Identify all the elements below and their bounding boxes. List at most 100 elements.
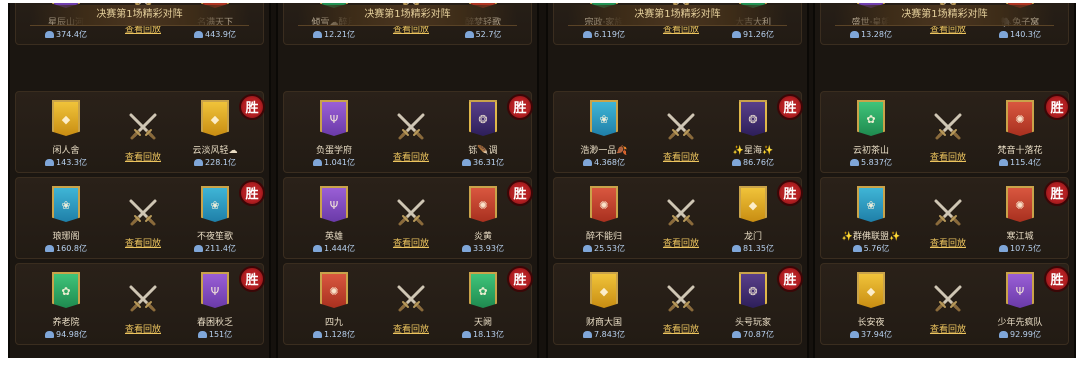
- versus-area: 查看回放: [918, 264, 978, 344]
- match-panel: ✦星辰山河374.4亿✺名满天下443.9亿查看回放◆闲人舍143.3亿◆云淡风…: [8, 3, 271, 358]
- power-value: 5.837亿: [861, 158, 892, 167]
- versus-area: 查看回放: [113, 264, 173, 344]
- match-card: Ψ 英雄 1.444亿 ✺ 炎黄 33.93亿 查看回放 胜: [283, 177, 533, 259]
- power-icon: [194, 31, 204, 38]
- guild-banner-icon: ✺: [1006, 100, 1034, 136]
- guild-emblem-icon: ❀: [866, 199, 876, 212]
- crossed-swords-icon: [397, 113, 425, 140]
- power-icon: [45, 31, 55, 38]
- guild-power: 25.53亿: [562, 243, 646, 254]
- guild-name: 寒江城: [1006, 232, 1034, 242]
- power-icon: [464, 31, 474, 38]
- power-icon: [732, 245, 742, 252]
- power-value: 91.26亿: [743, 30, 774, 39]
- crossed-swords-icon: [129, 199, 157, 226]
- win-badge: 胜: [777, 180, 803, 206]
- power-icon: [462, 245, 472, 252]
- view-replay-link[interactable]: 查看回放: [651, 322, 711, 335]
- power-icon: [45, 159, 55, 166]
- power-value: 7.843亿: [594, 330, 625, 339]
- guild-power: 86.76亿: [711, 157, 795, 168]
- guild-power: 5.76亿: [829, 243, 913, 254]
- power-icon: [313, 31, 323, 38]
- win-badge: 胜: [1044, 266, 1070, 292]
- versus-area: 查看回放: [381, 92, 441, 172]
- guild-name: 龙门: [743, 232, 762, 242]
- left-guild: ✿ 云初茶山 5.837亿: [829, 92, 913, 172]
- power-icon: [732, 159, 742, 166]
- power-icon: [999, 31, 1009, 38]
- versus-area: 查看回放: [113, 92, 173, 172]
- crossed-swords-icon: [129, 113, 157, 140]
- win-badge: 胜: [507, 180, 533, 206]
- win-badge: 胜: [777, 94, 803, 120]
- match-card: Ψ 负蛋学府 1.041亿 ❂ 铄🪶调 36.31亿 查看回放 胜: [283, 91, 533, 173]
- view-replay-link[interactable]: 查看回放: [113, 236, 173, 249]
- guild-banner-icon: ❂: [739, 100, 767, 136]
- power-icon: [850, 159, 860, 166]
- guild-banner-icon: ✺: [1006, 186, 1034, 222]
- view-replay-link[interactable]: 查看回放: [918, 150, 978, 163]
- power-value: 70.87亿: [743, 330, 774, 339]
- guild-name: 春困秋乏: [196, 318, 233, 328]
- guild-power: 7.843亿: [562, 329, 646, 340]
- match-panel: ✿倾雪☁醉月12.21亿✺醉梦轻歌52.7亿查看回放Ψ负蛋学府1.041亿❂铄🪶…: [276, 3, 539, 358]
- guild-banner-icon: ◆: [52, 100, 80, 136]
- power-icon: [194, 245, 204, 252]
- power-icon: [850, 331, 860, 338]
- view-replay-link[interactable]: 查看回放: [381, 236, 441, 249]
- view-replay-link[interactable]: 查看回放: [113, 150, 173, 163]
- view-replay-link[interactable]: 查看回放: [651, 236, 711, 249]
- view-replay-link[interactable]: 查看回放: [651, 150, 711, 163]
- guild-name: 梵音十落花: [997, 146, 1043, 156]
- crossed-swords-icon: [934, 285, 962, 312]
- guild-banner-icon: Ψ: [1006, 272, 1034, 308]
- view-replay-link[interactable]: 查看回放: [113, 322, 173, 335]
- versus-area: 查看回放: [651, 264, 711, 344]
- power-value: 52.7亿: [475, 30, 502, 39]
- guild-emblem-icon: ✺: [1015, 113, 1025, 126]
- guild-power: 1.444亿: [292, 243, 376, 254]
- power-value: 86.76亿: [743, 158, 774, 167]
- crossed-swords-icon: [667, 285, 695, 312]
- guild-name: 长安夜: [857, 318, 885, 328]
- power-value: 5.76亿: [863, 244, 890, 253]
- view-replay-link[interactable]: 查看回放: [381, 150, 441, 163]
- guild-power: 143.3亿: [24, 157, 108, 168]
- power-icon: [45, 245, 55, 252]
- guild-name: 头号玩家: [734, 318, 771, 328]
- guild-emblem-icon: Ψ: [210, 285, 220, 298]
- versus-area: 查看回放: [113, 178, 173, 258]
- view-replay-link[interactable]: 查看回放: [918, 236, 978, 249]
- guild-name: 云淡风轻☁: [192, 146, 238, 156]
- win-badge: 胜: [239, 180, 265, 206]
- guild-name: 闲人舍: [52, 146, 80, 156]
- view-replay-link[interactable]: 查看回放: [918, 322, 978, 335]
- left-guild: ◆ 长安夜 37.94亿: [829, 264, 913, 344]
- left-guild: ✺ 醉不能归 25.53亿: [562, 178, 646, 258]
- power-icon: [999, 159, 1009, 166]
- match-panel: ✿宗政·家族6.119亿✿大吉大利91.26亿查看回放❀浩渺一品🍂4.368亿❂…: [546, 3, 809, 358]
- power-icon: [45, 331, 55, 338]
- power-value: 151亿: [208, 330, 233, 339]
- guild-power: 374.4亿: [24, 29, 108, 40]
- power-icon: [852, 245, 862, 252]
- guild-power: 1.041亿: [292, 157, 376, 168]
- power-icon: [197, 331, 207, 338]
- screenshot-collage: ✦星辰山河374.4亿✺名满天下443.9亿查看回放◆闲人舍143.3亿◆云淡风…: [8, 3, 1076, 358]
- guild-banner-icon: Ψ: [320, 100, 348, 136]
- win-badge: 胜: [239, 266, 265, 292]
- guild-banner-icon: ✺: [469, 186, 497, 222]
- power-value: 33.93亿: [473, 244, 504, 253]
- left-guild: ◆ 闲人舍 143.3亿: [24, 92, 108, 172]
- power-icon: [850, 31, 860, 38]
- guild-emblem-icon: ◆: [599, 285, 609, 298]
- power-value: 374.4亿: [56, 30, 87, 39]
- guild-banner-icon: Ψ: [320, 186, 348, 222]
- match-card: ❀ 琅琊阁 160.8亿 ❀ 不夜笙歌 211.4亿 查看回放 胜: [15, 177, 265, 259]
- guild-emblem-icon: ❂: [478, 113, 488, 126]
- match-card: ◆ 长安夜 37.94亿 Ψ 少年先疯队 92.99亿 查看回放 胜: [820, 263, 1070, 345]
- win-badge: 胜: [1044, 94, 1070, 120]
- power-value: 25.53亿: [594, 244, 625, 253]
- view-replay-link[interactable]: 查看回放: [381, 322, 441, 335]
